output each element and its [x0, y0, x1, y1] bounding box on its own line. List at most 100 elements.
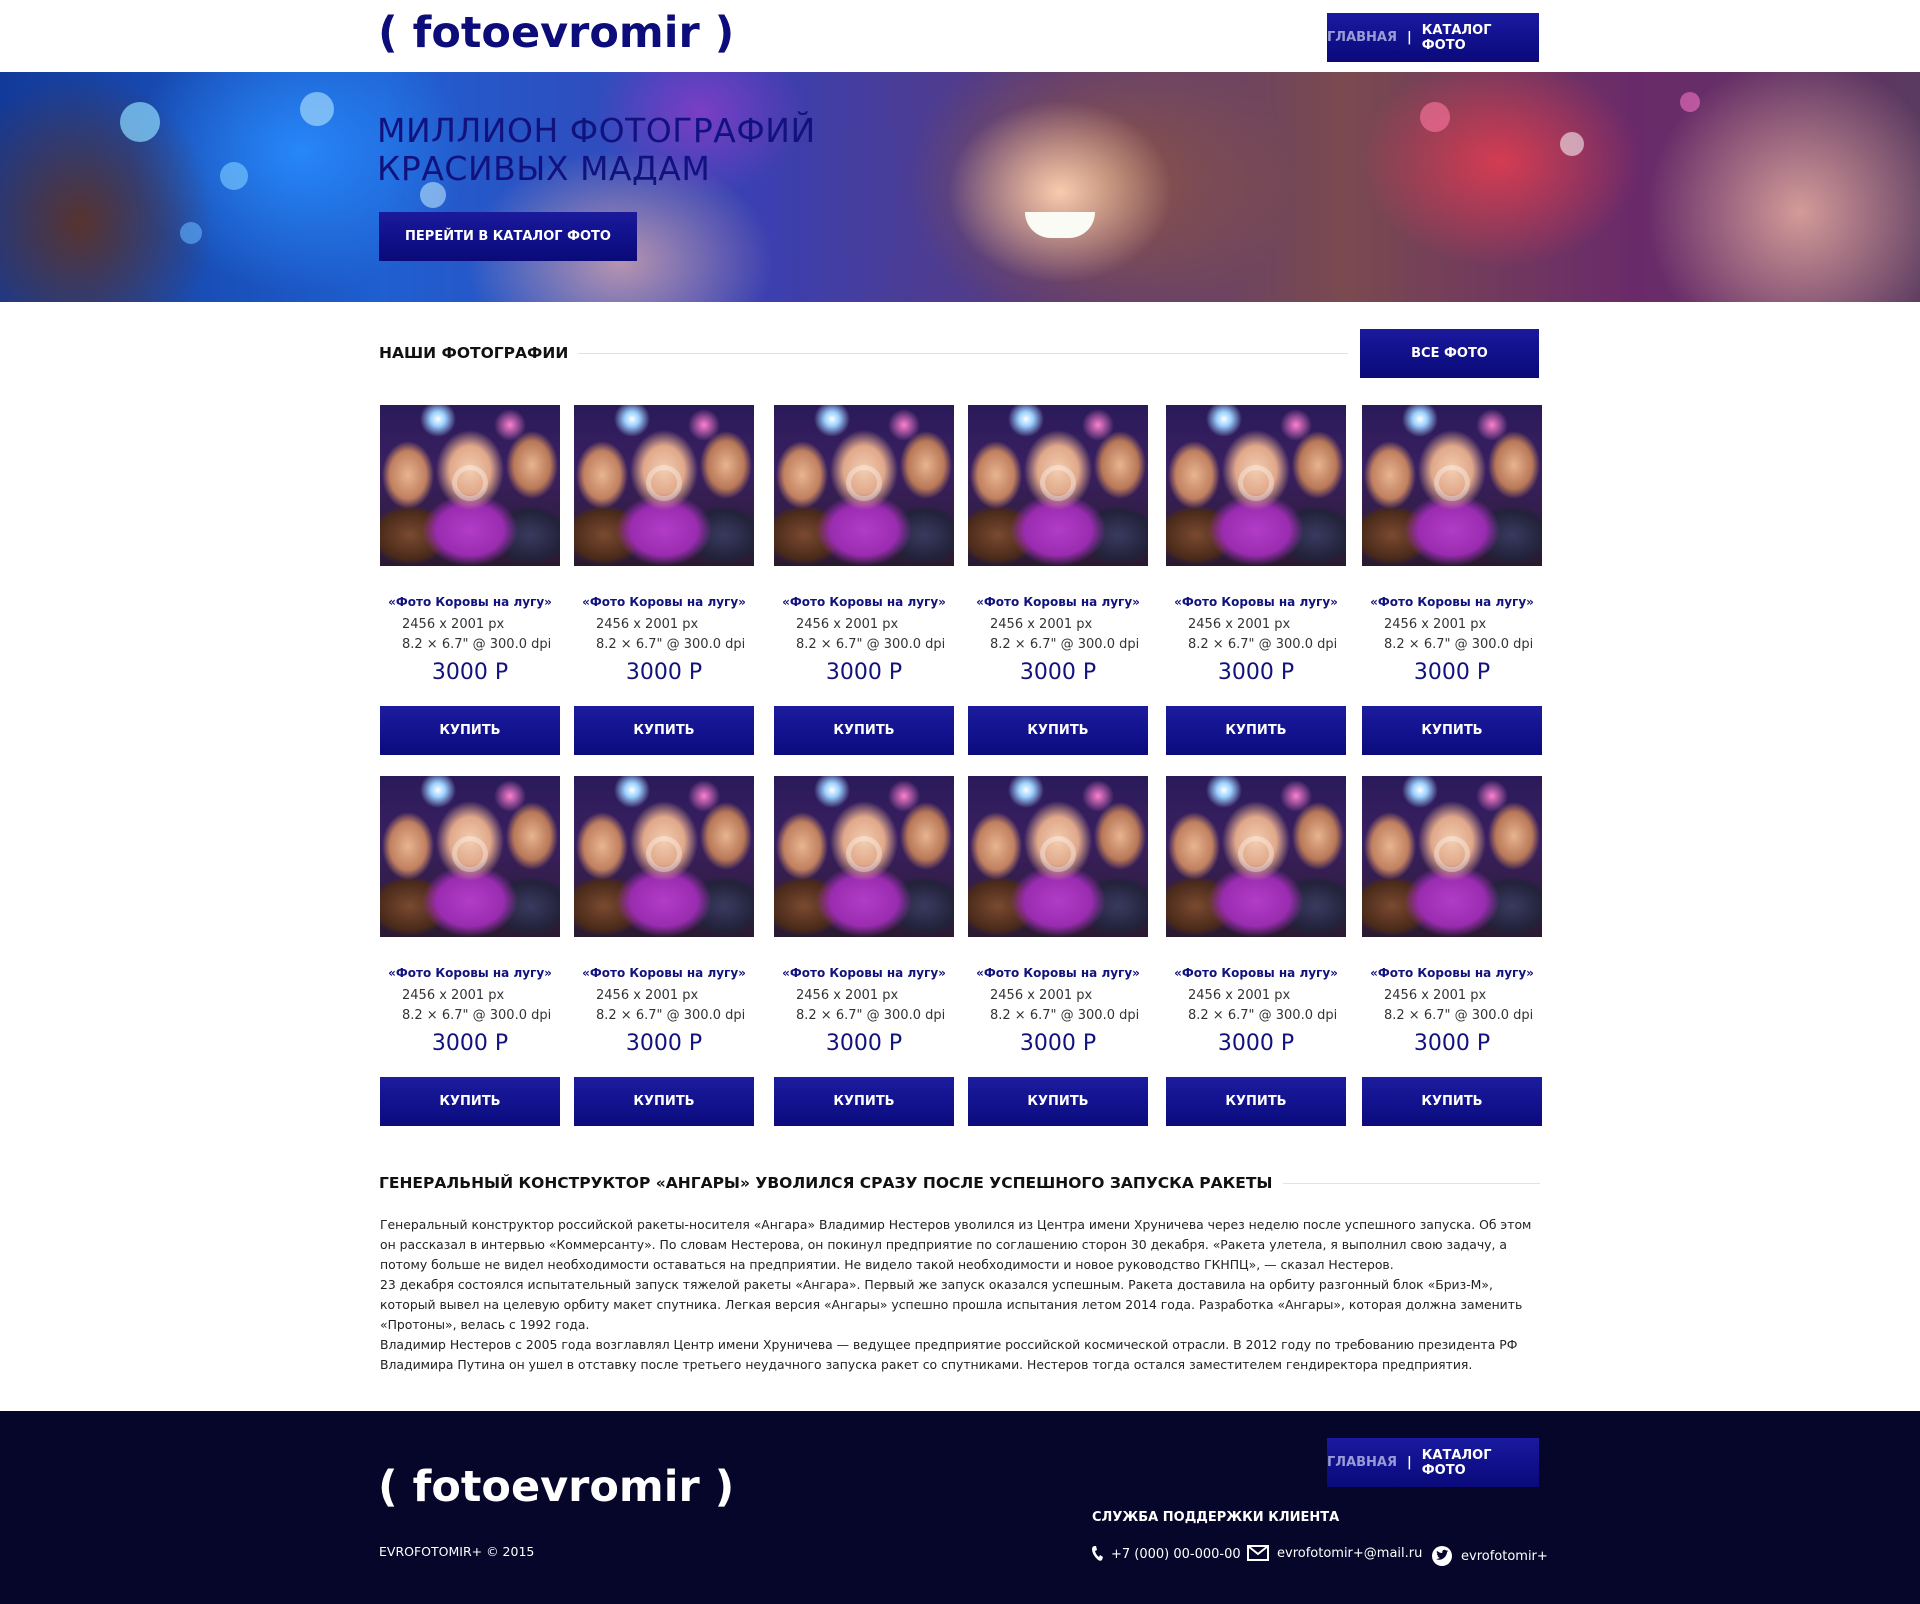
photo-price: 3000 Р: [1217, 1031, 1295, 1056]
photo-pixel-size: 2456 x 2001 px: [1384, 988, 1487, 1003]
photo-title[interactable]: «Фото Коровы на лугу»: [574, 966, 754, 980]
article-paragraph: Владимир Нестеров с 2005 года возглавлял…: [380, 1337, 1518, 1372]
photo-thumbnail[interactable]: [968, 776, 1148, 937]
buy-button[interactable]: КУПИТЬ: [968, 1077, 1148, 1126]
watermark-icon: [1238, 465, 1274, 501]
photos-section-title: НАШИ ФОТОГРАФИИ: [379, 344, 579, 362]
site-logo[interactable]: ( fotoevromir ): [378, 8, 734, 58]
photo-card: «Фото Коровы на лугу» 2456 x 2001 px 8.2 ×…: [968, 405, 1148, 755]
photo-pixel-size: 2456 x 2001 px: [402, 617, 505, 632]
photo-print-size: 8.2 × 6.7" @ 300.0 dpi: [1188, 637, 1338, 652]
photo-price: 3000 Р: [1217, 660, 1295, 685]
photo-print-size: 8.2 × 6.7" @ 300.0 dpi: [1384, 1008, 1534, 1023]
photo-title[interactable]: «Фото Коровы на лугу»: [774, 595, 954, 609]
hero-title-line2: КРАСИВЫХ МАДАМ: [377, 149, 711, 188]
article-paragraph: Генеральный конструктор российской ракет…: [380, 1217, 1532, 1272]
photo-card: «Фото Коровы на лугу» 2456 x 2001 px 8.2 ×…: [574, 776, 754, 1126]
photo-thumbnail[interactable]: [574, 776, 754, 937]
photo-card: «Фото Коровы на лугу» 2456 x 2001 px 8.2 ×…: [774, 405, 954, 755]
bokeh-light: [1680, 92, 1700, 112]
twitter-handle[interactable]: evrofotomir+: [1461, 1549, 1548, 1564]
photo-thumbnail[interactable]: [1362, 405, 1542, 566]
buy-button[interactable]: КУПИТЬ: [1166, 1077, 1346, 1126]
twitter-icon: [1432, 1546, 1452, 1566]
buy-button[interactable]: КУПИТЬ: [1362, 706, 1542, 755]
photo-title[interactable]: «Фото Коровы на лугу»: [574, 595, 754, 609]
photo-title[interactable]: «Фото Коровы на лугу»: [1166, 966, 1346, 980]
photo-price: 3000 Р: [625, 660, 703, 685]
photo-thumbnail[interactable]: [1166, 776, 1346, 937]
photo-thumbnail[interactable]: [1166, 405, 1346, 566]
photo-pixel-size: 2456 x 2001 px: [796, 617, 899, 632]
photo-card: «Фото Коровы на лугу» 2456 x 2001 px 8.2 ×…: [1166, 405, 1346, 755]
buy-button[interactable]: КУПИТЬ: [380, 1077, 560, 1126]
photo-card: «Фото Коровы на лугу» 2456 x 2001 px 8.2 ×…: [380, 776, 560, 1126]
photo-pixel-size: 2456 x 2001 px: [596, 988, 699, 1003]
photo-thumbnail[interactable]: [1362, 776, 1542, 937]
photo-title[interactable]: «Фото Коровы на лугу»: [968, 595, 1148, 609]
photo-thumbnail[interactable]: [574, 405, 754, 566]
photo-title[interactable]: «Фото Коровы на лугу»: [774, 966, 954, 980]
photo-title[interactable]: «Фото Коровы на лугу»: [1362, 595, 1542, 609]
photo-print-size: 8.2 × 6.7" @ 300.0 dpi: [796, 637, 946, 652]
buy-button[interactable]: КУПИТЬ: [774, 706, 954, 755]
go-to-catalog-button[interactable]: ПЕРЕЙТИ В КАТАЛОГ ФОТО: [379, 212, 637, 261]
photo-title[interactable]: «Фото Коровы на лугу»: [968, 966, 1148, 980]
buy-button[interactable]: КУПИТЬ: [968, 706, 1148, 755]
nav-catalog-link[interactable]: КАТАЛОГ ФОТО: [1422, 23, 1539, 53]
footer-twitter[interactable]: evrofotomir+: [1431, 1545, 1548, 1567]
photo-print-size: 8.2 × 6.7" @ 300.0 dpi: [1188, 1008, 1338, 1023]
photo-price: 3000 Р: [825, 1031, 903, 1056]
hero-smile: [1025, 212, 1095, 238]
footer-nav: ГЛАВНАЯ | КАТАЛОГ ФОТО: [1327, 1438, 1539, 1487]
photo-print-size: 8.2 × 6.7" @ 300.0 dpi: [596, 637, 746, 652]
watermark-icon: [646, 465, 682, 501]
photo-print-size: 8.2 × 6.7" @ 300.0 dpi: [990, 637, 1140, 652]
photo-title[interactable]: «Фото Коровы на лугу»: [1362, 966, 1542, 980]
photo-thumbnail[interactable]: [774, 776, 954, 937]
watermark-icon: [846, 836, 882, 872]
footer-email[interactable]: evrofotomir+@mail.ru: [1247, 1545, 1422, 1561]
buy-button[interactable]: КУПИТЬ: [1166, 706, 1346, 755]
phone-number[interactable]: +7 (000) 00-000-00: [1111, 1547, 1241, 1562]
watermark-icon: [452, 465, 488, 501]
photo-card: «Фото Коровы на лугу» 2456 x 2001 px 8.2 ×…: [1362, 776, 1542, 1126]
footer-copyright: EVROFOTOMIR+ © 2015: [379, 1544, 535, 1559]
watermark-icon: [1238, 836, 1274, 872]
photo-thumbnail[interactable]: [968, 405, 1148, 566]
photo-price: 3000 Р: [431, 1031, 509, 1056]
footer-phone[interactable]: +7 (000) 00-000-00: [1091, 1545, 1241, 1563]
photo-thumbnail[interactable]: [774, 405, 954, 566]
photo-pixel-size: 2456 x 2001 px: [1188, 617, 1291, 632]
mail-icon: [1247, 1545, 1269, 1561]
watermark-icon: [646, 836, 682, 872]
photo-title[interactable]: «Фото Коровы на лугу»: [1166, 595, 1346, 609]
footer-logo[interactable]: ( fotoevromir ): [378, 1462, 734, 1512]
photo-thumbnail[interactable]: [380, 776, 560, 937]
nav-home-link[interactable]: ГЛАВНАЯ: [1327, 30, 1397, 45]
photo-title[interactable]: «Фото Коровы на лугу»: [380, 595, 560, 609]
watermark-icon: [452, 836, 488, 872]
article-title: ГЕНЕРАЛЬНЫЙ КОНСТРУКТОР «АНГАРЫ» УВОЛИЛС…: [379, 1174, 1283, 1192]
bokeh-light: [1420, 102, 1450, 132]
buy-button[interactable]: КУПИТЬ: [774, 1077, 954, 1126]
footer-nav-catalog-link[interactable]: КАТАЛОГ ФОТО: [1422, 1448, 1539, 1478]
photo-thumbnail[interactable]: [380, 405, 560, 566]
photo-print-size: 8.2 × 6.7" @ 300.0 dpi: [402, 637, 552, 652]
all-photos-button[interactable]: ВСЕ ФОТО: [1360, 329, 1539, 378]
email-address[interactable]: evrofotomir+@mail.ru: [1277, 1546, 1422, 1561]
photo-price: 3000 Р: [1413, 1031, 1491, 1056]
photo-pixel-size: 2456 x 2001 px: [796, 988, 899, 1003]
hero-banner: МИЛЛИОН ФОТОГРАФИЙ КРАСИВЫХ МАДАМ ПЕРЕЙТ…: [0, 72, 1920, 302]
buy-button[interactable]: КУПИТЬ: [380, 706, 560, 755]
watermark-icon: [1434, 836, 1470, 872]
buy-button[interactable]: КУПИТЬ: [574, 706, 754, 755]
buy-button[interactable]: КУПИТЬ: [1362, 1077, 1542, 1126]
photo-price: 3000 Р: [1019, 660, 1097, 685]
footer: [0, 1411, 1920, 1604]
photo-card: «Фото Коровы на лугу» 2456 x 2001 px 8.2 ×…: [380, 405, 560, 755]
footer-nav-home-link[interactable]: ГЛАВНАЯ: [1327, 1455, 1397, 1470]
buy-button[interactable]: КУПИТЬ: [574, 1077, 754, 1126]
photo-title[interactable]: «Фото Коровы на лугу»: [380, 966, 560, 980]
photo-price: 3000 Р: [625, 1031, 703, 1056]
